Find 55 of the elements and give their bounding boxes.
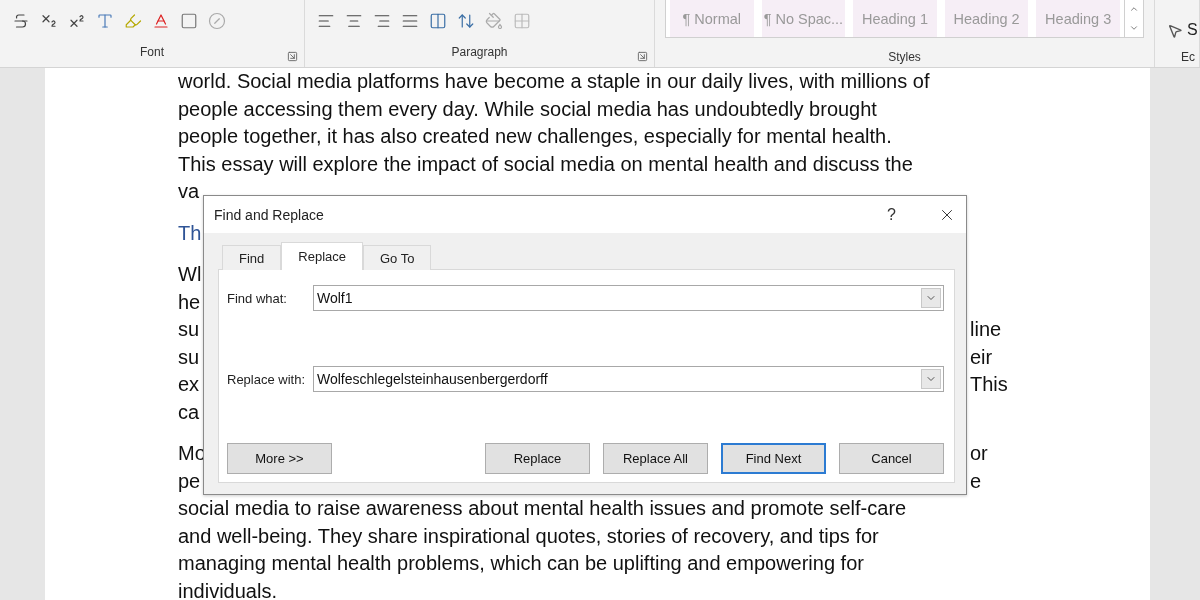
- body-text: line: [970, 317, 1002, 342]
- help-button[interactable]: ?: [887, 205, 896, 224]
- justify-icon[interactable]: [401, 12, 419, 30]
- body-text: social media to raise awareness about mental health issues and promote self-care: [178, 497, 907, 519]
- superscript-icon[interactable]: [68, 12, 86, 30]
- align-right-icon[interactable]: [373, 12, 391, 30]
- combo-field[interactable]: Wolfeschlegelsteinhausenbergerdorff: [313, 366, 944, 392]
- dialog-launcher-icon[interactable]: [637, 51, 648, 62]
- dialog-launcher-icon[interactable]: [287, 51, 298, 62]
- group-label: Font: [139, 44, 165, 61]
- group-label: Paragraph: [450, 44, 509, 61]
- body-text: ex: [178, 372, 200, 397]
- body-text: Wl: [178, 263, 202, 285]
- dialog-button[interactable]: Replace: [485, 443, 590, 474]
- body-text: su: [178, 344, 200, 370]
- paint-bucket-icon[interactable]: [485, 12, 503, 30]
- tab[interactable]: Replace: [281, 242, 363, 270]
- group-label: Ec: [1180, 49, 1196, 66]
- body-text: su: [178, 317, 200, 342]
- body-text: va: [178, 180, 200, 202]
- heading-text: Th: [178, 221, 202, 244]
- combo-field[interactable]: Wolf1: [313, 285, 944, 311]
- align-center-icon[interactable]: [345, 12, 363, 30]
- tab[interactable]: Go To: [363, 245, 432, 270]
- tab[interactable]: Find: [222, 245, 282, 270]
- body-text: managing mental health problems, which can be uplifting and empowering for: [178, 552, 864, 574]
- dialog-button[interactable]: Replace All: [603, 443, 708, 474]
- body-text: e: [970, 468, 982, 494]
- body-text: eir: [970, 344, 993, 370]
- body-text: individuals.: [178, 579, 277, 600]
- select-label[interactable]: S: [1187, 21, 1198, 39]
- field-label: Replace with:: [227, 371, 307, 387]
- dialog-button[interactable]: Find Next: [721, 443, 826, 474]
- body-text: pe: [178, 468, 201, 494]
- dialog-button[interactable]: Cancel: [839, 443, 944, 474]
- body-text: people together, it has also created new challenges, especially for mental health.: [178, 125, 892, 147]
- strikethrough-icon[interactable]: [12, 12, 30, 30]
- body-text: people accessing them every day. While social media has undoubtedly brought: [178, 97, 877, 120]
- group-label: Styles: [887, 49, 922, 66]
- align-left-icon[interactable]: [317, 12, 335, 30]
- body-text: This: [970, 372, 1008, 397]
- body-text: or: [970, 441, 988, 466]
- font-color-icon[interactable]: [152, 12, 170, 30]
- body-text: and well-being. They share inspirational quotes, stories of recovery, and tips for: [178, 524, 879, 547]
- body-text: world. Social media platforms have become a staple in our daily lives, with millions of: [178, 70, 930, 92]
- line-spacing-icon[interactable]: [457, 12, 475, 30]
- cursor-icon[interactable]: [1167, 23, 1183, 39]
- body-text: ca: [178, 400, 200, 423]
- body-text: This essay will explore the impact of social media on mental health and discuss the: [178, 152, 913, 175]
- highlighter-icon[interactable]: [124, 12, 142, 30]
- dialog-title: Find and Replace: [214, 206, 325, 223]
- body-text: he: [178, 290, 201, 313]
- dialog-button[interactable]: More >>: [227, 443, 332, 474]
- subscript-icon[interactable]: [40, 12, 58, 30]
- field-label: Find what:: [227, 290, 288, 306]
